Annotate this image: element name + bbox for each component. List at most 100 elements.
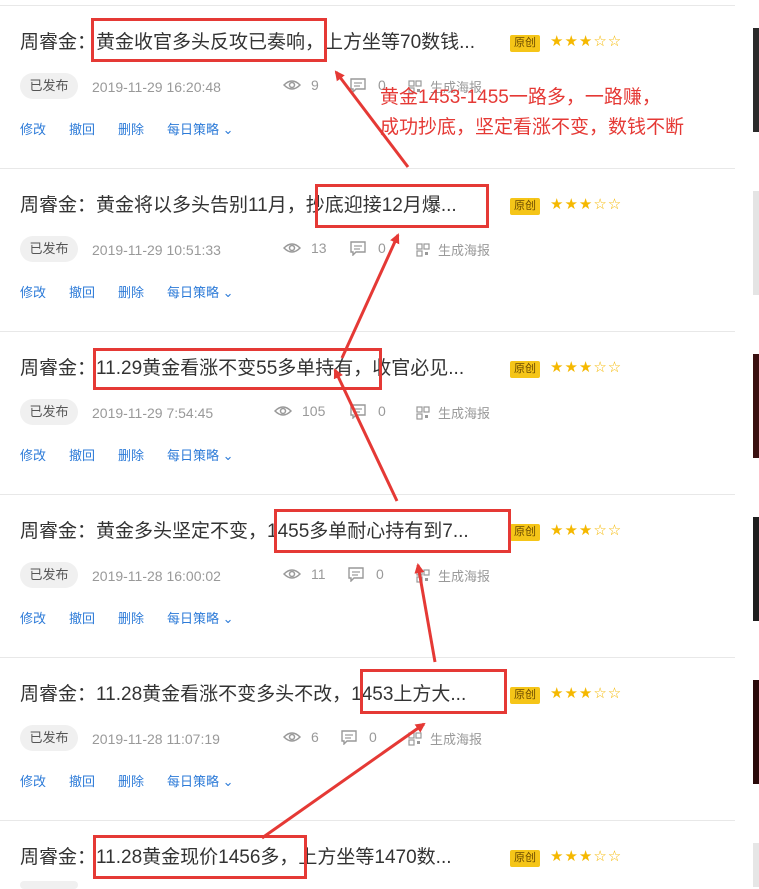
revoke-link[interactable]: 撤回 [69,771,95,790]
eye-icon [283,243,301,253]
thumbnail[interactable] [753,191,759,295]
original-badge: 原创 [510,35,540,52]
revoke-link[interactable]: 撤回 [69,119,95,138]
thumbnail[interactable] [753,517,759,621]
comments-count: 0 [348,566,384,582]
status-badge-partial [20,881,78,889]
chevron-down-icon: ⌄ [222,285,234,300]
thumbnail[interactable] [753,680,759,784]
status-badge: 已发布 [20,399,78,425]
poster-label: 生成海报 [438,406,491,421]
publish-date: 2019-11-29 16:20:48 [92,79,221,95]
views-value: 6 [311,729,319,745]
comments-value: 0 [369,729,377,745]
highlight-box [360,669,507,714]
chevron-down-icon: ⌄ [222,448,234,463]
edit-link[interactable]: 修改 [20,282,46,301]
poster-label: 生成海报 [430,732,483,747]
comments-value: 0 [378,403,386,419]
status-badge: 已发布 [20,73,78,99]
views-count: 105 [274,403,325,419]
generate-poster-button[interactable]: 生成海报 [408,729,482,748]
original-badge: 原创 [510,850,540,867]
chevron-down-icon: ⌄ [222,122,234,137]
original-badge: 原创 [510,361,540,378]
daily-strategy-label: 每日策略 [167,448,220,463]
qrcode-icon [416,568,430,583]
daily-strategy-dropdown[interactable]: 每日策略 ⌄ [167,282,234,301]
daily-strategy-dropdown[interactable]: 每日策略 ⌄ [167,445,234,464]
views-count: 11 [283,566,326,582]
comments-count: 0 [341,729,377,745]
annotation-line: 黄金1453-1455一路多，一路赚， [380,87,661,108]
daily-strategy-label: 每日策略 [167,122,220,137]
status-badge: 已发布 [20,236,78,262]
delete-link[interactable]: 删除 [118,445,144,464]
edit-link[interactable]: 修改 [20,771,46,790]
qrcode-icon [408,731,422,746]
original-badge: 原创 [510,524,540,541]
comments-value: 0 [378,240,386,256]
chevron-down-icon: ⌄ [222,774,234,789]
generate-poster-button[interactable]: 生成海报 [416,403,490,422]
highlight-box [93,835,307,879]
thumbnail[interactable] [753,354,759,458]
edit-link[interactable]: 修改 [20,445,46,464]
eye-icon [274,406,292,416]
comments-count: 0 [350,240,386,256]
views-value: 105 [302,403,326,419]
daily-strategy-dropdown[interactable]: 每日策略 ⌄ [167,608,234,627]
rating-stars: ★★★☆☆ [550,522,623,539]
thumbnail[interactable] [753,843,759,887]
poster-label: 生成海报 [438,569,491,584]
publish-date: 2019-11-28 11:07:19 [92,731,220,747]
generate-poster-button[interactable]: 生成海报 [416,240,490,259]
delete-link[interactable]: 删除 [118,282,144,301]
comment-icon [350,240,366,256]
delete-link[interactable]: 删除 [118,119,144,138]
generate-poster-button[interactable]: 生成海报 [416,566,490,585]
comments-value: 0 [376,566,384,582]
revoke-link[interactable]: 撤回 [69,445,95,464]
comment-icon [348,566,364,582]
comment-icon [341,729,357,745]
status-badge: 已发布 [20,562,78,588]
delete-link[interactable]: 删除 [118,771,144,790]
views-value: 11 [311,566,326,582]
original-badge: 原创 [510,687,540,704]
edit-link[interactable]: 修改 [20,608,46,627]
daily-strategy-dropdown[interactable]: 每日策略 ⌄ [167,771,234,790]
rating-stars: ★★★☆☆ [550,196,623,213]
eye-icon [283,80,301,90]
eye-icon [283,569,301,579]
comments-count: 0 [350,403,386,419]
edit-link[interactable]: 修改 [20,119,46,138]
publish-date: 2019-11-29 10:51:33 [92,242,221,258]
views-count: 6 [283,729,319,745]
status-badge: 已发布 [20,725,78,751]
annotation-line: 成功抄底，坚定看涨不变，数钱不断 [380,117,685,138]
rating-stars: ★★★☆☆ [550,359,623,376]
daily-strategy-label: 每日策略 [167,285,220,300]
publish-date: 2019-11-29 7:54:45 [92,405,214,421]
publish-date: 2019-11-28 16:00:02 [92,568,221,584]
daily-strategy-label: 每日策略 [167,611,220,626]
comment-icon [350,77,366,93]
daily-strategy-dropdown[interactable]: 每日策略 ⌄ [167,119,234,138]
original-badge: 原创 [510,198,540,215]
highlight-box [93,348,382,390]
views-count: 13 [283,240,327,256]
chevron-down-icon: ⌄ [222,611,234,626]
delete-link[interactable]: 删除 [118,608,144,627]
thumbnail[interactable] [753,28,759,132]
qrcode-icon [416,405,430,420]
rating-stars: ★★★☆☆ [550,685,623,702]
revoke-link[interactable]: 撤回 [69,282,95,301]
views-value: 9 [311,77,319,93]
revoke-link[interactable]: 撤回 [69,608,95,627]
daily-strategy-label: 每日策略 [167,774,220,789]
annotation-text: 黄金1453-1455一路多，一路赚， 成功抄底，坚定看涨不变，数钱不断 [380,83,684,143]
rating-stars: ★★★☆☆ [550,33,623,50]
qrcode-icon [416,242,430,257]
comment-icon [350,403,366,419]
